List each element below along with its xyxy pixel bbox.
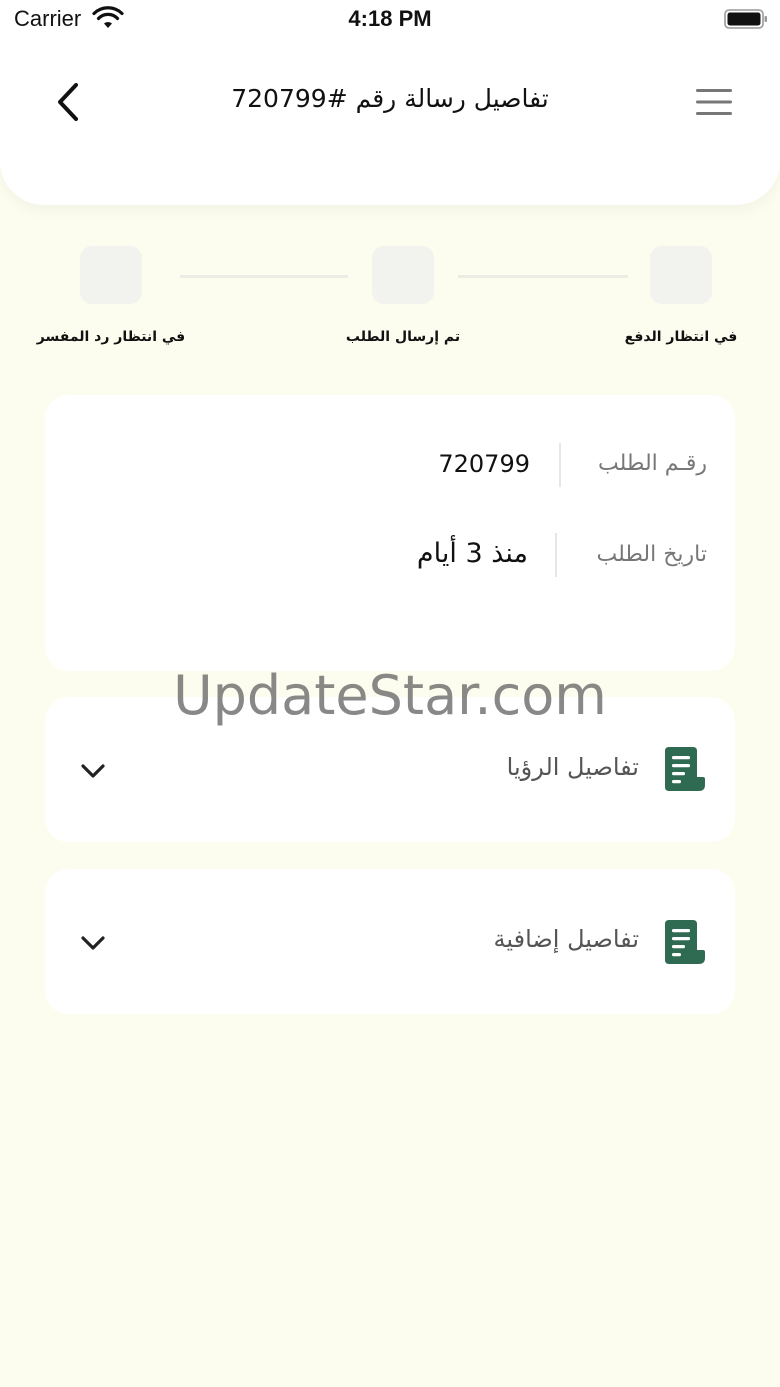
document-icon [665,920,705,964]
divider [559,443,561,487]
top-header: Carrier 4:18 PM تفاصيل رسالة رقم #720799 [0,0,780,205]
order-date-label: تاريخ الطلب [596,542,707,567]
chevron-left-icon [58,83,78,121]
step-indicator-sent [372,246,434,304]
battery-icon [724,9,767,29]
order-number-label: رقـم الطلب [598,451,707,476]
document-icon [665,747,705,791]
step-connector [180,275,348,278]
status-bar: Carrier 4:18 PM [0,0,780,40]
additional-details-accordion[interactable]: تفاصيل إضافية [45,869,735,1014]
order-number-value: 720799 [438,450,530,478]
step-connector [458,275,628,278]
step-label-payment: في انتظار الدفع [624,329,738,345]
page-title: تفاصيل رسالة رقم #720799 [231,84,549,113]
divider [555,533,557,577]
step-label-sent: تم إرسال الطلب [345,329,461,345]
chevron-down-icon[interactable] [75,925,111,961]
dream-details-accordion[interactable]: تفاصيل الرؤيا [45,697,735,842]
additional-details-title: تفاصيل إضافية [493,925,640,953]
status-time: 4:18 PM [348,6,432,31]
chevron-down-icon[interactable] [75,753,111,789]
order-date-value: منذ 3 أيام [416,538,528,569]
step-indicator-interpreter [80,246,142,304]
hamburger-menu-icon [696,89,732,115]
menu-button[interactable] [694,82,734,122]
step-indicator-payment [650,246,712,304]
order-info-card: رقـم الطلب 720799 تاريخ الطلب منذ 3 أيام [45,395,735,671]
step-label-interpreter: في انتظار رد المفسر [36,329,186,345]
back-button[interactable] [46,80,90,124]
dream-details-title: تفاصيل الرؤيا [506,753,639,781]
